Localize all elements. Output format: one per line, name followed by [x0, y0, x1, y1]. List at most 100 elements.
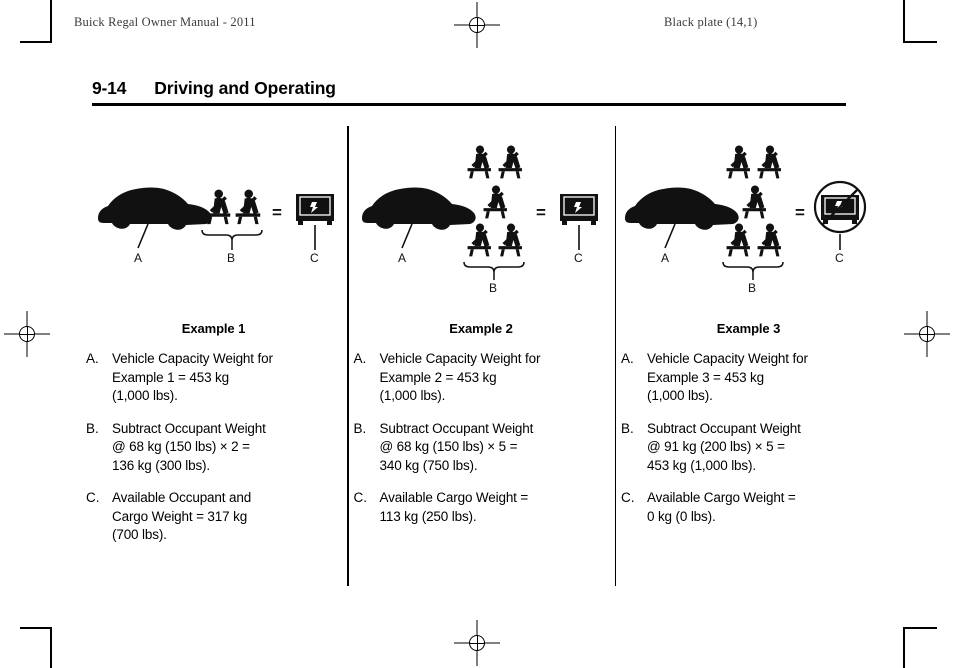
list-item: A. Vehicle Capacity Weight for Example 3… — [621, 350, 876, 406]
registration-mark-left — [4, 311, 50, 357]
occupant-icon — [498, 223, 522, 257]
occupant-icon — [235, 189, 261, 225]
minus-sign: – — [438, 202, 448, 222]
occupant-icon — [726, 145, 750, 179]
list-item: C. Available Cargo Weight = 113 kg (250 … — [354, 489, 609, 526]
minus-sign: – — [174, 202, 184, 222]
list-text: Subtract Occupant Weight @ 91 kg (200 lb… — [647, 420, 801, 473]
list-item: B. Subtract Occupant Weight @ 68 kg (150… — [86, 420, 341, 476]
list-text: Available Cargo Weight = 113 kg (250 lbs… — [379, 490, 529, 524]
brace-b — [722, 261, 784, 273]
list-text: Vehicle Capacity Weight for Example 1 = … — [112, 351, 273, 403]
crop-mark-bottom-left-vertical — [50, 628, 52, 668]
crop-mark-top-right-vertical — [903, 0, 905, 42]
brace-b — [462, 261, 525, 273]
occupant-icon — [742, 185, 766, 219]
list-item: A. Vehicle Capacity Weight for Example 2… — [354, 350, 609, 406]
crop-mark-bottom-right-horizontal — [903, 627, 937, 629]
list-text: Available Occupant and Cargo Weight = 31… — [112, 490, 252, 542]
example-heading: Example 1 — [181, 321, 246, 336]
occupant-icon-group — [726, 145, 781, 257]
occupant-icon — [205, 189, 231, 225]
occupant-icon — [467, 223, 491, 257]
page-title: 9-14 Driving and Operating — [92, 78, 846, 99]
figure-label-b: B — [748, 281, 756, 295]
figure-label-b: B — [227, 251, 235, 265]
figure-label-b: B — [489, 281, 497, 295]
occupant-icon — [726, 223, 750, 257]
figure-label-a: A — [661, 251, 669, 265]
cargo-icon — [296, 194, 334, 225]
list-text: Subtract Occupant Weight @ 68 kg (150 lb… — [379, 420, 534, 473]
example-heading: Example 2 — [449, 321, 513, 336]
content-columns: A – B = C Example 1 A. Vehicle Capacity … — [86, 126, 876, 596]
figure-example-1: A – B = C — [86, 126, 341, 321]
list-marker: A. — [353, 351, 367, 366]
equals-sign: = — [795, 203, 805, 222]
leader-line-a — [400, 223, 413, 249]
list-marker: C. — [621, 490, 635, 505]
list-item: A. Vehicle Capacity Weight for Example 1… — [86, 350, 341, 406]
registration-mark-right — [904, 311, 950, 357]
list-text: Available Cargo Weight = 0 kg (0 lbs). — [647, 490, 796, 524]
vehicle-icon — [98, 187, 212, 230]
vehicle-icon — [361, 187, 476, 230]
occupant-icon — [757, 145, 781, 179]
list-item: B. Subtract Occupant Weight @ 91 kg (200… — [621, 420, 876, 476]
example-heading: Example 3 — [716, 321, 781, 336]
brace-b — [201, 229, 263, 241]
running-head-left: Buick Regal Owner Manual - 2011 — [74, 15, 256, 29]
list-item: C. Available Cargo Weight = 0 kg (0 lbs)… — [621, 489, 876, 526]
occupant-icon — [483, 185, 507, 219]
section-title: Driving and Operating — [154, 78, 336, 98]
weight-equation-diagram-3: A – B = C — [625, 145, 867, 295]
figure-label-a: A — [134, 251, 142, 265]
figure-example-3: A – B = C — [621, 126, 876, 321]
figure-label-a: A — [398, 251, 406, 265]
list-text: Vehicle Capacity Weight for Example 3 = … — [647, 351, 808, 403]
list-text: Vehicle Capacity Weight for Example 2 = … — [379, 351, 541, 403]
page-number: 9-14 — [92, 78, 127, 98]
cargo-prohibited-icon — [813, 180, 867, 234]
leader-line-a — [664, 223, 676, 249]
running-head-right: Black plate (14,1) — [664, 15, 758, 29]
equals-sign: = — [536, 203, 546, 222]
list-item: C. Available Occupant and Cargo Weight =… — [86, 489, 341, 545]
example-column-1: A – B = C Example 1 A. Vehicle Capacity … — [86, 126, 341, 596]
crop-mark-top-left-horizontal — [20, 41, 52, 43]
figure-label-c: C — [835, 251, 844, 265]
equals-sign: = — [272, 203, 282, 222]
occupant-icon-group — [467, 145, 522, 257]
occupant-icon — [498, 145, 522, 179]
column-divider — [614, 126, 617, 586]
figure-example-2: A – B = C — [354, 126, 609, 321]
cargo-icon — [559, 194, 598, 225]
column-divider — [347, 126, 349, 586]
column-gap — [609, 126, 622, 596]
crop-mark-bottom-left-horizontal — [20, 627, 52, 629]
example-column-2: A – B = C Example 2 A. Vehicle Capacity … — [354, 126, 609, 596]
list-item: B. Subtract Occupant Weight @ 68 kg (150… — [354, 420, 609, 476]
figure-label-c: C — [574, 251, 583, 265]
list-marker: B. — [353, 420, 367, 436]
leader-line-a — [137, 223, 149, 249]
minus-sign: – — [699, 202, 709, 222]
weight-equation-diagram-2: A – B = C — [361, 145, 598, 295]
list-marker: C. — [353, 490, 368, 505]
occupant-icon — [467, 145, 491, 179]
list-text: Subtract Occupant Weight @ 68 kg (150 lb… — [112, 420, 266, 473]
list-marker: B. — [86, 420, 99, 436]
list-marker: A. — [86, 351, 99, 366]
occupant-icon-group — [205, 189, 261, 225]
registration-mark-top — [454, 2, 500, 48]
list-marker: B. — [621, 420, 634, 436]
example-column-3: A – B = C Example 3 A. Vehicle Capacity … — [621, 126, 876, 596]
vehicle-icon — [625, 187, 739, 230]
crop-mark-bottom-right-vertical — [903, 628, 905, 668]
list-marker: A. — [621, 351, 634, 366]
figure-label-c: C — [310, 251, 319, 265]
list-marker: C. — [86, 490, 100, 505]
column-gap — [341, 126, 354, 596]
registration-mark-bottom — [454, 620, 500, 666]
title-rule — [92, 103, 846, 106]
